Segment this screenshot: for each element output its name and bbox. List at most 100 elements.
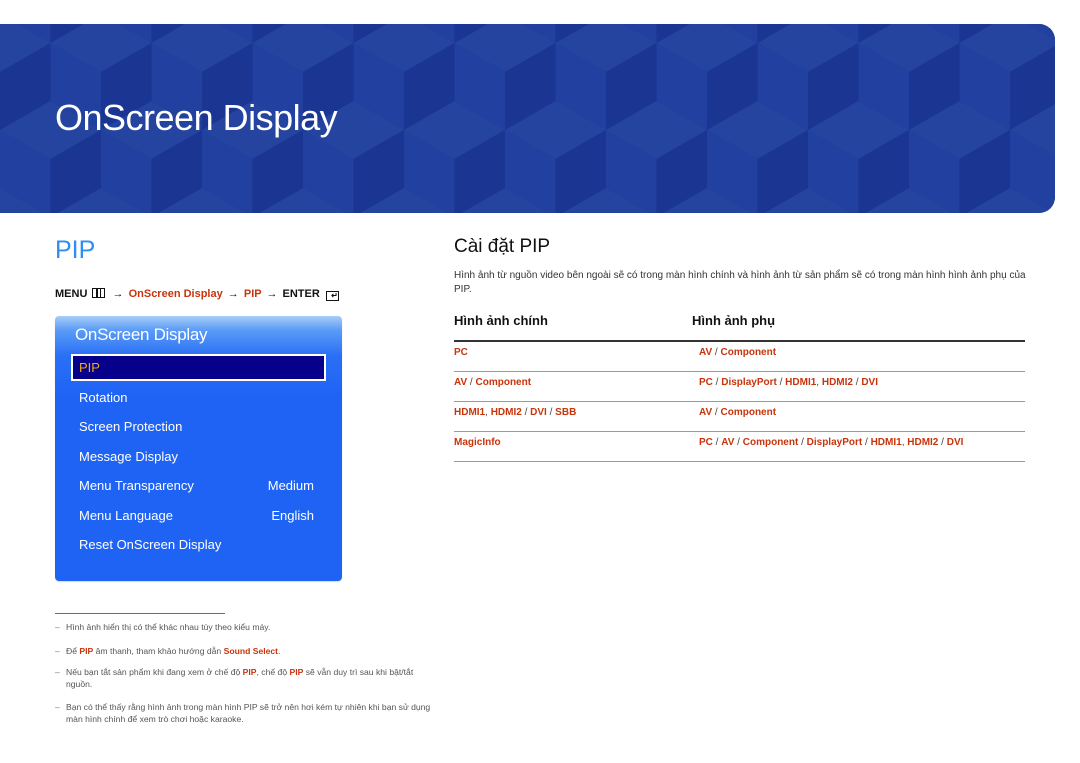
source-term: AV	[454, 377, 468, 388]
separator: /	[521, 407, 531, 418]
osd-menu-title: OnScreen Display	[75, 325, 208, 344]
osd-menu-item[interactable]: PIP	[71, 354, 326, 381]
osd-menu-item[interactable]: Reset OnScreen Display	[71, 531, 326, 558]
sub-source-cell: PC / AV / Component / DisplayPort / HDMI…	[699, 437, 963, 448]
footnote-text: , chế độ	[256, 667, 290, 677]
source-term: DVI	[946, 437, 964, 448]
osd-menu-item[interactable]: Rotation	[71, 384, 326, 411]
enter-icon: ↵	[325, 291, 339, 301]
footnote-highlight: PIP	[242, 667, 257, 677]
main-source-cell: MagicInfo	[454, 437, 501, 448]
table-row: PC AV / Component	[454, 342, 1025, 372]
table-row: AV / Component PC / DisplayPort / HDMI1, …	[454, 372, 1025, 402]
table-header: Hình ảnh chính Hình ảnh phụ	[454, 312, 1025, 342]
page-title: OnScreen Display	[55, 97, 338, 138]
osd-menu-item[interactable]: Message Display	[71, 443, 326, 470]
footnote-text: âm thanh, tham khảo hướng dẫn	[93, 646, 224, 656]
column-header-sub: Hình ảnh phụ	[692, 313, 776, 328]
source-term: MagicInfo	[454, 437, 501, 448]
source-term: SBB	[555, 407, 577, 418]
footnote-divider	[55, 613, 225, 614]
osd-menu-item-label: Screen Protection	[79, 419, 183, 434]
osd-menu-item-value: English	[271, 508, 314, 523]
source-term: HDMI2	[490, 407, 522, 418]
footnote-dash: –	[55, 667, 60, 677]
footnote-text: Hình ảnh hiển thị có thể khác nhau tùy t…	[66, 622, 271, 632]
menu-path-step-pip[interactable]: PIP	[244, 288, 262, 300]
separator: /	[546, 407, 556, 418]
source-term: HDMI2	[821, 377, 853, 388]
sub-source-cell: PC / DisplayPort / HDMI1, HDMI2 / DVI	[699, 377, 878, 388]
footnote-highlight: Sound Select	[223, 646, 279, 656]
source-term: AV	[721, 437, 735, 448]
footnote: – Hình ảnh hiển thị có thể khác nhau tùy …	[55, 621, 435, 633]
footnote-text: Để	[66, 646, 80, 656]
osd-menu-item[interactable]: Menu Transparency Medium	[71, 472, 326, 499]
osd-menu-panel: OnScreen Display PIP Rotation Screen Prote…	[55, 316, 342, 581]
osd-menu-item-label: Message Display	[79, 449, 178, 464]
description: Hình ảnh từ nguồn video bên ngoài sẽ có …	[454, 270, 1026, 295]
source-term: PC	[699, 377, 713, 388]
osd-menu-item-label: Reset OnScreen Display	[79, 537, 222, 552]
menu-grid-icon	[92, 288, 106, 298]
arrow: →	[266, 288, 278, 300]
footnote-highlight: PIP	[79, 646, 94, 656]
table-row: HDMI1, HDMI2 / DVI / SBB AV / Component	[454, 402, 1025, 432]
footnote-text: Bạn có thể thấy rằng hình ảnh trong màn …	[66, 702, 433, 724]
footnote-text: .	[278, 646, 281, 656]
footnote-dash: –	[55, 622, 60, 632]
source-term: DVI	[861, 377, 878, 388]
footnote-highlight: PIP	[289, 667, 304, 677]
osd-menu-item[interactable]: Menu Language English	[71, 502, 326, 529]
source-term: HDMI1	[870, 437, 902, 448]
source-term: DisplayPort	[806, 437, 863, 448]
separator: /	[734, 437, 743, 448]
table-row: MagicInfo PC / AV / Component / DisplayPo…	[454, 432, 1025, 462]
menu-path-step-onscreen-display[interactable]: OnScreen Display	[129, 288, 223, 300]
menu-label: MENU	[55, 288, 88, 300]
source-term: AV	[699, 347, 713, 358]
separator: /	[938, 437, 947, 448]
separator: /	[712, 437, 722, 448]
source-term: DVI	[530, 407, 547, 418]
source-term: Component	[742, 437, 799, 448]
arrow: →	[227, 288, 239, 300]
main-source-cell: AV / Component	[454, 377, 531, 388]
footnote: – Bạn có thể thấy rằng hình ảnh trong màn…	[55, 701, 435, 725]
pip-source-table: Hình ảnh chính Hình ảnh phụ PC AV / Compo…	[454, 312, 1025, 462]
source-term: PC	[454, 347, 468, 358]
main-source-cell: PC	[454, 347, 468, 358]
source-term: AV	[699, 407, 713, 418]
arrow: →	[112, 288, 124, 300]
sub-source-cell: AV / Component	[699, 407, 776, 418]
footnote-dash: –	[55, 702, 60, 712]
menu-path: MENU → OnScreen Display → PIP → ENTER ↵	[55, 288, 339, 301]
separator: /	[862, 437, 871, 448]
footnote-text: Nếu bạn tắt sản phẩm khi đang xem ở chế …	[66, 667, 243, 677]
separator: /	[712, 347, 721, 358]
section-title: PIP	[55, 236, 96, 264]
source-term: DisplayPort	[721, 377, 777, 388]
source-term: Component	[720, 347, 777, 358]
separator: /	[467, 377, 476, 388]
sub-source-cell: AV / Component	[699, 347, 776, 358]
footnote: – Nếu bạn tắt sản phẩm khi đang xem ở chế…	[55, 666, 435, 690]
main-source-cell: HDMI1, HDMI2 / DVI / SBB	[454, 407, 576, 418]
osd-menu-item[interactable]: Screen Protection	[71, 413, 326, 440]
separator: /	[798, 437, 807, 448]
source-term: Component	[475, 377, 532, 388]
separator: /	[776, 377, 786, 388]
osd-menu-item-label: Menu Transparency	[79, 478, 194, 493]
source-term: HDMI1	[785, 377, 817, 388]
column-header-main: Hình ảnh chính	[454, 313, 548, 328]
separator: /	[712, 407, 721, 418]
source-term: HDMI2	[907, 437, 939, 448]
osd-menu-item-label: PIP	[79, 360, 100, 375]
footnote: – Để PIP âm thanh, tham khảo hướng dẫn So…	[55, 645, 435, 657]
osd-menu-item-label: Menu Language	[79, 508, 173, 523]
source-term: Component	[720, 407, 777, 418]
source-term: PC	[699, 437, 713, 448]
footnote-dash: –	[55, 646, 60, 656]
source-term: HDMI1	[454, 407, 486, 418]
enter-label: ENTER	[282, 288, 320, 300]
